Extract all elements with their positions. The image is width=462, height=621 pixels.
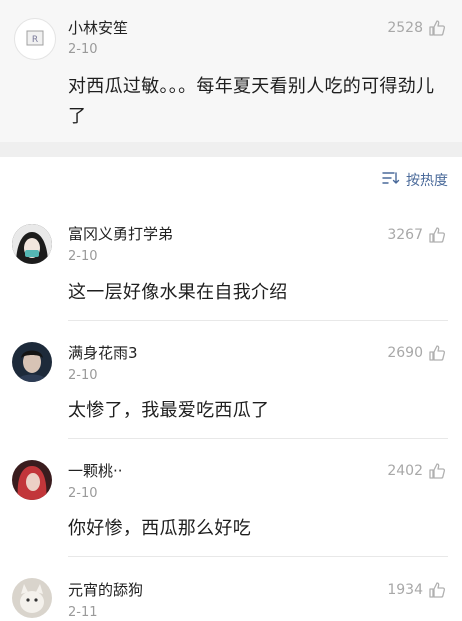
avatar[interactable] — [12, 342, 52, 382]
comment-date: 2-10 — [68, 486, 98, 501]
avatar[interactable] — [12, 578, 52, 618]
comment-text: 太惨了，我最爱吃西瓜了 — [68, 400, 270, 421]
thumbs-up-icon — [428, 226, 446, 244]
svg-text:R: R — [32, 35, 38, 45]
like-count: 2528 — [387, 20, 423, 36]
avatar[interactable]: R — [14, 18, 56, 60]
like-button[interactable]: 2528 — [387, 18, 446, 38]
thumbs-up-icon — [428, 462, 446, 480]
like-count: 3267 — [387, 227, 423, 243]
comment-text: 你好惨，西瓜那么好吃 — [68, 518, 251, 539]
like-button[interactable]: 2402 — [387, 461, 446, 481]
like-count: 2402 — [387, 463, 423, 479]
divider — [68, 320, 448, 321]
comment-username[interactable]: 富冈义勇打学弟 — [68, 225, 173, 243]
comment-username[interactable]: 满身花雨3 — [68, 344, 138, 362]
divider — [68, 438, 448, 439]
comment-date: 2-11 — [68, 605, 98, 620]
comment-date: 2-10 — [68, 42, 98, 57]
comment-text: 这一层好像水果在自我介绍 — [68, 282, 288, 303]
comment-username[interactable]: 元宵的舔狗 — [68, 581, 143, 599]
thumbs-up-icon — [428, 19, 446, 37]
sort-label: 按热度 — [406, 173, 448, 189]
sort-button[interactable]: 按热度 — [382, 170, 448, 190]
section-divider — [0, 142, 462, 157]
thumbs-up-icon — [428, 344, 446, 362]
comment-text: 对西瓜过敏。。。每年夏天看别人吃的可得劲儿了 — [68, 76, 435, 127]
comment-username[interactable]: 一颗桃·· — [68, 462, 123, 480]
comment-date: 2-10 — [68, 249, 98, 264]
like-count: 2690 — [387, 345, 423, 361]
like-button[interactable]: 2690 — [387, 343, 446, 363]
avatar[interactable] — [12, 460, 52, 500]
like-count: 1934 — [387, 582, 423, 598]
avatar[interactable] — [12, 224, 52, 264]
thumbs-up-icon — [428, 581, 446, 599]
comment-date: 2-10 — [68, 368, 98, 383]
like-button[interactable]: 1934 — [387, 580, 446, 600]
divider — [68, 556, 448, 557]
comment-username[interactable]: 小林安笙 — [68, 19, 128, 37]
sort-icon — [382, 171, 400, 189]
like-button[interactable]: 3267 — [387, 225, 446, 245]
